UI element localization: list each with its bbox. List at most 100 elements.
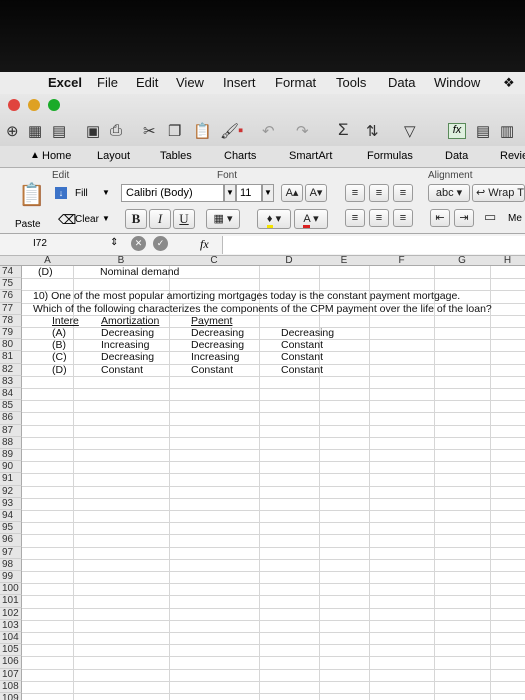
grow-font-button[interactable]: A▴: [281, 184, 303, 202]
cut-icon[interactable]: ✂: [143, 122, 156, 140]
align-center-button[interactable]: ≡: [369, 209, 389, 227]
cell-b79[interactable]: Decreasing: [101, 327, 154, 339]
merge-label[interactable]: Me: [508, 213, 522, 224]
new-workbook-icon[interactable]: ⊕: [6, 122, 19, 140]
row-header[interactable]: 105: [0, 644, 22, 657]
toolbox-icon[interactable]: ▥: [500, 122, 514, 140]
column-header-e[interactable]: E: [319, 255, 369, 266]
row-header[interactable]: 109: [0, 693, 22, 700]
zoom-window-button[interactable]: [48, 99, 60, 111]
column-header-c[interactable]: C: [169, 255, 259, 266]
menu-tools[interactable]: Tools: [336, 75, 366, 90]
column-header-b[interactable]: B: [73, 255, 169, 266]
cell-b74[interactable]: Nominal demand: [100, 266, 179, 278]
cell-a80[interactable]: (B): [52, 339, 66, 351]
function-icon[interactable]: fx: [448, 123, 466, 139]
cell-a76[interactable]: 10) One of the most popular amortizing m…: [33, 290, 460, 302]
row-header[interactable]: 86: [0, 412, 22, 425]
cell-a78[interactable]: Intere: [52, 315, 79, 327]
undo-icon[interactable]: ↶: [262, 122, 275, 140]
cancel-entry-icon[interactable]: ✕: [131, 236, 146, 251]
cell-c79[interactable]: Decreasing: [191, 327, 244, 339]
cell-a77[interactable]: Which of the following characterizes the…: [33, 303, 492, 315]
row-header[interactable]: 108: [0, 680, 22, 693]
decrease-indent-button[interactable]: ⇤: [430, 209, 450, 227]
row-header[interactable]: 79: [0, 327, 22, 340]
image-icon[interactable]: ▪: [238, 122, 243, 139]
row-header[interactable]: 92: [0, 485, 22, 498]
wrap-text-button[interactable]: ↩ Wrap T: [472, 184, 525, 202]
shrink-font-button[interactable]: A▾: [305, 184, 327, 202]
font-size-select[interactable]: 11: [236, 184, 262, 202]
redo-icon[interactable]: ↷: [296, 122, 309, 140]
row-header[interactable]: 106: [0, 656, 22, 669]
sort-icon[interactable]: ⇅: [366, 122, 379, 140]
column-header-f[interactable]: F: [369, 255, 434, 266]
row-header[interactable]: 87: [0, 424, 22, 437]
column-header-h[interactable]: H: [490, 255, 525, 266]
name-box-stepper-icon[interactable]: ⇕: [110, 237, 118, 248]
row-header[interactable]: 85: [0, 400, 22, 413]
font-size-dropdown[interactable]: ▼: [262, 184, 274, 202]
menu-app-name[interactable]: Excel: [48, 75, 82, 90]
save-icon[interactable]: ▣: [86, 122, 100, 140]
row-header[interactable]: 104: [0, 632, 22, 645]
row-header[interactable]: 95: [0, 522, 22, 535]
eraser-icon[interactable]: ⌫: [58, 212, 76, 228]
row-header[interactable]: 100: [0, 583, 22, 596]
spreadsheet-grid[interactable]: A B C D E F G H 74 75 76 77 78 79 80 81 82 83 84 85…: [0, 255, 525, 700]
copy-icon[interactable]: ❐: [168, 122, 181, 140]
row-header[interactable]: 98: [0, 558, 22, 571]
row-header[interactable]: 97: [0, 546, 22, 559]
confirm-entry-icon[interactable]: ✓: [153, 236, 168, 251]
row-header[interactable]: 96: [0, 534, 22, 547]
gallery-icon[interactable]: ▤: [476, 122, 490, 140]
menu-window[interactable]: Window: [434, 75, 480, 90]
row-header[interactable]: 89: [0, 449, 22, 462]
cell-c82[interactable]: Constant: [191, 364, 233, 376]
minimize-window-button[interactable]: [28, 99, 40, 111]
fill-color-button[interactable]: ♦ ▾: [257, 209, 291, 229]
print-icon[interactable]: ⎙: [110, 122, 122, 139]
cell-d82[interactable]: Constant: [281, 364, 323, 376]
text-orientation-button[interactable]: abc ▾: [428, 184, 470, 202]
name-box[interactable]: I72: [30, 237, 104, 253]
clear-dropdown-icon[interactable]: ▼: [102, 214, 110, 223]
column-header-g[interactable]: G: [434, 255, 490, 266]
row-header[interactable]: 84: [0, 388, 22, 401]
row-header[interactable]: 101: [0, 595, 22, 608]
tab-review[interactable]: Revie: [500, 150, 525, 162]
merge-icon[interactable]: ▭: [484, 209, 496, 225]
templates-icon[interactable]: ▦: [28, 122, 42, 140]
row-header[interactable]: 88: [0, 436, 22, 449]
row-header[interactable]: 93: [0, 497, 22, 510]
fill-dropdown-icon[interactable]: ▼: [102, 188, 110, 197]
row-header[interactable]: 80: [0, 339, 22, 352]
underline-button[interactable]: U: [173, 209, 195, 229]
borders-button[interactable]: ▦ ▾: [206, 209, 240, 229]
align-left-button[interactable]: ≡: [345, 209, 365, 227]
row-header[interactable]: 77: [0, 302, 22, 315]
paste-clipboard-icon[interactable]: 📋: [18, 182, 45, 208]
column-header-d[interactable]: D: [259, 255, 319, 266]
align-top-button[interactable]: ≡: [345, 184, 365, 202]
row-header[interactable]: 76: [0, 290, 22, 303]
row-header[interactable]: 94: [0, 510, 22, 523]
cell-a81[interactable]: (C): [52, 351, 67, 363]
font-color-button[interactable]: A ▾: [294, 209, 328, 229]
format-painter-icon[interactable]: 🖌: [220, 122, 239, 140]
cell-b80[interactable]: Increasing: [101, 339, 149, 351]
row-header[interactable]: 107: [0, 668, 22, 681]
tab-charts[interactable]: Charts: [224, 150, 256, 162]
open-icon[interactable]: ▤: [52, 122, 66, 140]
cell-b82[interactable]: Constant: [101, 364, 143, 376]
cell-a79[interactable]: (A): [52, 327, 66, 339]
row-header[interactable]: 91: [0, 473, 22, 486]
row-header[interactable]: 81: [0, 351, 22, 364]
row-header[interactable]: 82: [0, 363, 22, 376]
autosum-icon[interactable]: Σ: [338, 120, 349, 140]
align-middle-button[interactable]: ≡: [369, 184, 389, 202]
menu-data[interactable]: Data: [388, 75, 415, 90]
dropbox-icon[interactable]: ❖: [503, 75, 515, 91]
paste-icon[interactable]: 📋: [193, 122, 212, 140]
